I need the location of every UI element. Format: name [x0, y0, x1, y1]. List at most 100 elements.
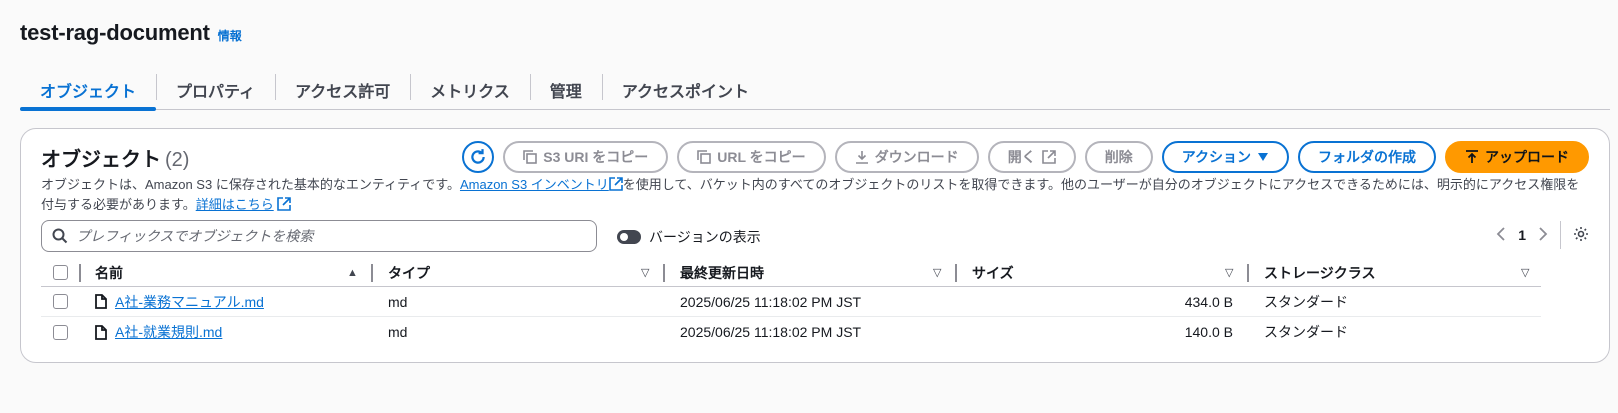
search-box — [41, 220, 597, 252]
select-all-checkbox[interactable] — [53, 265, 68, 280]
panel-title: オブジェクト (2) — [41, 143, 189, 172]
description-text: オブジェクトは、Amazon S3 に保存された基本的なエンティティです。 — [41, 177, 460, 192]
pager-divider — [1560, 221, 1561, 249]
settings-button[interactable] — [1573, 226, 1589, 245]
column-modified[interactable]: 最終更新日時 — [680, 259, 764, 286]
actions-label: アクション — [1181, 149, 1251, 165]
modified-cell: 2025/06/25 11:18:02 PM JST — [680, 293, 862, 310]
tab-objects[interactable]: オブジェクト — [20, 70, 157, 111]
download-label: ダウンロード — [874, 149, 959, 165]
select-all-cell — [53, 259, 68, 286]
page-header: test-rag-document 情報 — [20, 20, 242, 46]
pagination: 1 — [1496, 221, 1589, 249]
sort-icon[interactable]: ▽ — [1225, 259, 1233, 286]
versions-toggle-label: バージョンの表示 — [649, 229, 761, 245]
current-page[interactable]: 1 — [1518, 227, 1526, 243]
external-link-icon — [608, 177, 623, 191]
column-divider — [663, 264, 665, 282]
inventory-link[interactable]: Amazon S3 インベントリ — [460, 177, 623, 192]
copy-s3-uri-button[interactable]: S3 URI をコピー — [503, 141, 669, 173]
refresh-icon — [471, 149, 485, 164]
row-select-cell — [53, 317, 68, 347]
column-divider — [371, 264, 373, 282]
external-link-icon — [1041, 150, 1056, 164]
prev-page-button[interactable] — [1496, 226, 1506, 244]
size-cell: 140.0 B — [1184, 324, 1233, 340]
versions-toggle[interactable] — [617, 230, 641, 244]
tab-metrics[interactable]: メトリクス — [410, 70, 530, 110]
tab-bar: オブジェクト プロパティ アクセス許可 メトリクス 管理 アクセスポイント — [20, 70, 1610, 111]
column-divider — [1247, 264, 1249, 282]
upload-button[interactable]: アップロード — [1445, 141, 1589, 173]
chevron-right-icon — [1539, 226, 1548, 241]
caret-down-icon — [1258, 153, 1268, 161]
copy-url-label: URL をコピー — [717, 149, 806, 165]
row-checkbox[interactable] — [53, 324, 68, 340]
table-header: 名前 ▲ タイプ ▽ 最終更新日時 ▽ サイズ ▽ ストレージクラス ▽ — [41, 259, 1541, 287]
type-cell: md — [388, 324, 408, 340]
actions-dropdown[interactable]: アクション — [1161, 141, 1289, 173]
file-icon — [95, 294, 107, 309]
tab-properties[interactable]: プロパティ — [156, 70, 275, 110]
panel-title-text: オブジェクト — [41, 149, 161, 171]
file-icon — [95, 324, 107, 340]
table-row: A社-就業規則.md md 2025/06/25 11:18:02 PM JST… — [41, 317, 1541, 347]
download-button[interactable]: ダウンロード — [834, 141, 979, 173]
name-cell: A社-業務マニュアル.md — [95, 287, 264, 316]
sort-icon[interactable]: ▽ — [641, 259, 649, 286]
object-count: (2) — [165, 149, 190, 171]
sort-icon[interactable]: ▽ — [933, 259, 941, 286]
open-label: 開く — [1007, 149, 1036, 165]
action-bar: S3 URI をコピー URL をコピー ダウンロード 開く 削除 アクション … — [462, 141, 1589, 173]
modified-cell: 2025/06/25 11:18:02 PM JST — [680, 324, 862, 340]
objects-table: 名前 ▲ タイプ ▽ 最終更新日時 ▽ サイズ ▽ ストレージクラス ▽ A社-… — [41, 259, 1541, 347]
copy-s3-uri-label: S3 URI をコピー — [543, 149, 649, 165]
column-name[interactable]: 名前 — [95, 259, 123, 286]
info-link[interactable]: 情報 — [218, 27, 242, 44]
upload-icon — [1466, 150, 1478, 163]
page-title: test-rag-document — [20, 20, 210, 45]
tab-access-points[interactable]: アクセスポイント — [601, 70, 769, 110]
external-link-icon — [277, 197, 292, 211]
delete-button[interactable]: 削除 — [1084, 141, 1153, 173]
create-folder-label: フォルダの作成 — [1318, 149, 1416, 165]
sort-icon[interactable]: ▽ — [1521, 259, 1529, 286]
sort-ascending-icon[interactable]: ▲ — [347, 259, 358, 286]
delete-label: 削除 — [1104, 149, 1133, 165]
copy-icon — [697, 150, 712, 164]
refresh-button[interactable] — [462, 141, 495, 173]
upload-label: アップロード — [1485, 149, 1569, 165]
object-link[interactable]: A社-業務マニュアル.md — [115, 292, 264, 312]
versions-toggle-wrap: バージョンの表示 — [617, 227, 761, 247]
tab-management[interactable]: 管理 — [529, 70, 602, 110]
next-page-button[interactable] — [1538, 226, 1548, 244]
inventory-link-label: Amazon S3 インベントリ — [459, 177, 609, 192]
open-button[interactable]: 開く — [987, 141, 1076, 173]
storage-class-cell: スタンダード — [1264, 293, 1348, 310]
panel-description: オブジェクトは、Amazon S3 に保存された基本的なエンティティです。Ama… — [41, 175, 1591, 215]
create-folder-button[interactable]: フォルダの作成 — [1298, 141, 1436, 173]
column-divider — [79, 264, 81, 282]
gear-icon — [1574, 226, 1588, 241]
chevron-left-icon — [1496, 226, 1505, 241]
tab-permissions[interactable]: アクセス許可 — [275, 70, 410, 110]
row-checkbox[interactable] — [53, 294, 68, 309]
size-cell: 434.0 B — [1184, 293, 1233, 310]
search-input[interactable] — [76, 228, 556, 244]
search-icon — [52, 228, 68, 244]
objects-panel: オブジェクト (2) S3 URI をコピー URL をコピー ダウンロード 開く… — [20, 128, 1610, 363]
type-cell: md — [388, 293, 408, 310]
learn-more-link[interactable]: 詳細はこちら — [196, 197, 274, 212]
column-type[interactable]: タイプ — [388, 259, 430, 286]
download-icon — [855, 151, 868, 164]
object-link[interactable]: A社-就業規則.md — [115, 322, 222, 342]
column-size[interactable]: サイズ — [972, 259, 1014, 286]
learn-more-label: 詳細はこちら — [195, 197, 274, 212]
column-storage-class[interactable]: ストレージクラス — [1264, 259, 1375, 286]
copy-icon — [523, 150, 538, 164]
column-divider — [955, 264, 957, 282]
copy-url-button[interactable]: URL をコピー — [677, 141, 826, 173]
row-select-cell — [53, 287, 68, 316]
name-cell: A社-就業規則.md — [95, 317, 222, 347]
table-row: A社-業務マニュアル.md md 2025/06/25 11:18:02 PM … — [41, 287, 1541, 317]
